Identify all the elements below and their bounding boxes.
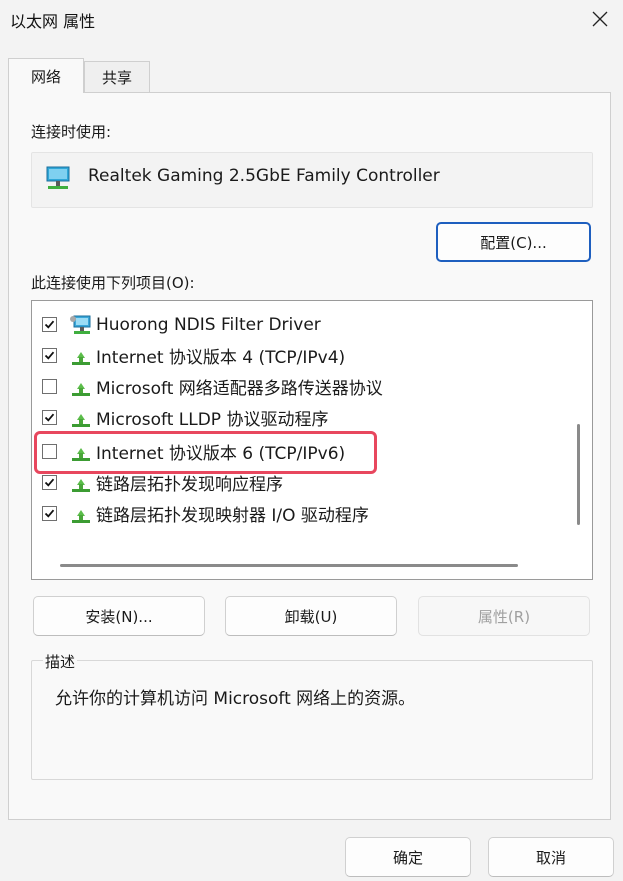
cancel-button[interactable]: 取消 [488, 837, 614, 877]
title-bar: 以太网 属性 [0, 0, 623, 40]
checkmark-icon [44, 478, 55, 487]
description-text: 允许你的计算机访问 Microsoft 网络上的资源。 [55, 689, 416, 709]
properties-button[interactable]: 属性(R) [418, 596, 590, 636]
window-title: 以太网 属性 [10, 12, 96, 31]
tab-sharing[interactable]: 共享 [84, 61, 150, 93]
close-icon [592, 11, 608, 27]
list-item-label: Microsoft LLDP 协议驱动程序 [96, 410, 329, 430]
tab-sharing-label: 共享 [101, 69, 132, 87]
adapter-box: Realtek Gaming 2.5GbE Family Controller [31, 152, 593, 208]
install-button-label: 安装(N)... [85, 607, 153, 626]
properties-button-label: 属性(R) [477, 607, 531, 626]
horizontal-scrollbar-thumb[interactable] [60, 564, 518, 567]
checkmark-icon [44, 509, 55, 518]
description-title: 描述 [43, 651, 78, 672]
protocol-icon [72, 413, 90, 427]
list-item[interactable]: Huorong NDIS Filter Driver [32, 309, 562, 340]
list-item[interactable]: Internet 协议版本 4 (TCP/IPv4) [32, 340, 562, 371]
protocol-icon [72, 509, 90, 523]
network-adapter-icon [46, 166, 70, 189]
list-item-label: Microsoft 网络适配器多路传送器协议 [96, 379, 383, 399]
uninstall-button[interactable]: 卸载(U) [225, 596, 397, 636]
network-service-icon [70, 315, 91, 334]
cancel-button-label: 取消 [535, 848, 566, 867]
list-item-label: Internet 协议版本 4 (TCP/IPv4) [96, 348, 346, 368]
checkbox-multiplexor[interactable] [42, 379, 57, 394]
ok-button[interactable]: 确定 [345, 837, 471, 877]
checkbox-lltd-mapper[interactable] [42, 506, 57, 521]
checkmark-icon [44, 413, 55, 422]
list-item[interactable]: Microsoft 网络适配器多路传送器协议 [32, 371, 562, 402]
adapter-name: Realtek Gaming 2.5GbE Family Controller [88, 166, 440, 186]
ipv6-highlight-box [34, 431, 377, 474]
install-button[interactable]: 安装(N)... [33, 596, 205, 636]
list-item[interactable]: Microsoft LLDP 协议驱动程序 [32, 402, 562, 433]
vertical-scrollbar-thumb[interactable] [577, 424, 580, 525]
uninstall-button-label: 卸载(U) [284, 607, 338, 626]
items-section-label: 此连接使用下列项目(O): [31, 274, 195, 292]
configure-button[interactable]: 配置(C)... [436, 222, 591, 262]
list-item[interactable]: 链路层拓扑发现映射器 I/O 驱动程序 [32, 498, 562, 529]
list-item-label: Huorong NDIS Filter Driver [96, 314, 321, 335]
protocol-icon [72, 382, 90, 396]
checkbox-ipv4[interactable] [42, 348, 57, 363]
description-group [31, 660, 593, 780]
tab-network[interactable]: 网络 [8, 58, 84, 93]
tab-network-label: 网络 [30, 67, 61, 86]
ok-button-label: 确定 [392, 848, 423, 867]
list-item-label: 链路层拓扑发现映射器 I/O 驱动程序 [96, 506, 369, 526]
checkmark-icon [44, 320, 55, 329]
close-button[interactable] [577, 0, 623, 38]
protocol-icon [72, 478, 90, 492]
checkbox-huorong[interactable] [42, 317, 57, 332]
configure-button-label: 配置(C)... [480, 233, 547, 252]
checkbox-lldp[interactable] [42, 410, 57, 425]
checkbox-lltd-responder[interactable] [42, 475, 57, 490]
connect-using-label: 连接时使用: [31, 123, 112, 141]
checkmark-icon [44, 351, 55, 360]
protocol-icon [72, 351, 90, 365]
